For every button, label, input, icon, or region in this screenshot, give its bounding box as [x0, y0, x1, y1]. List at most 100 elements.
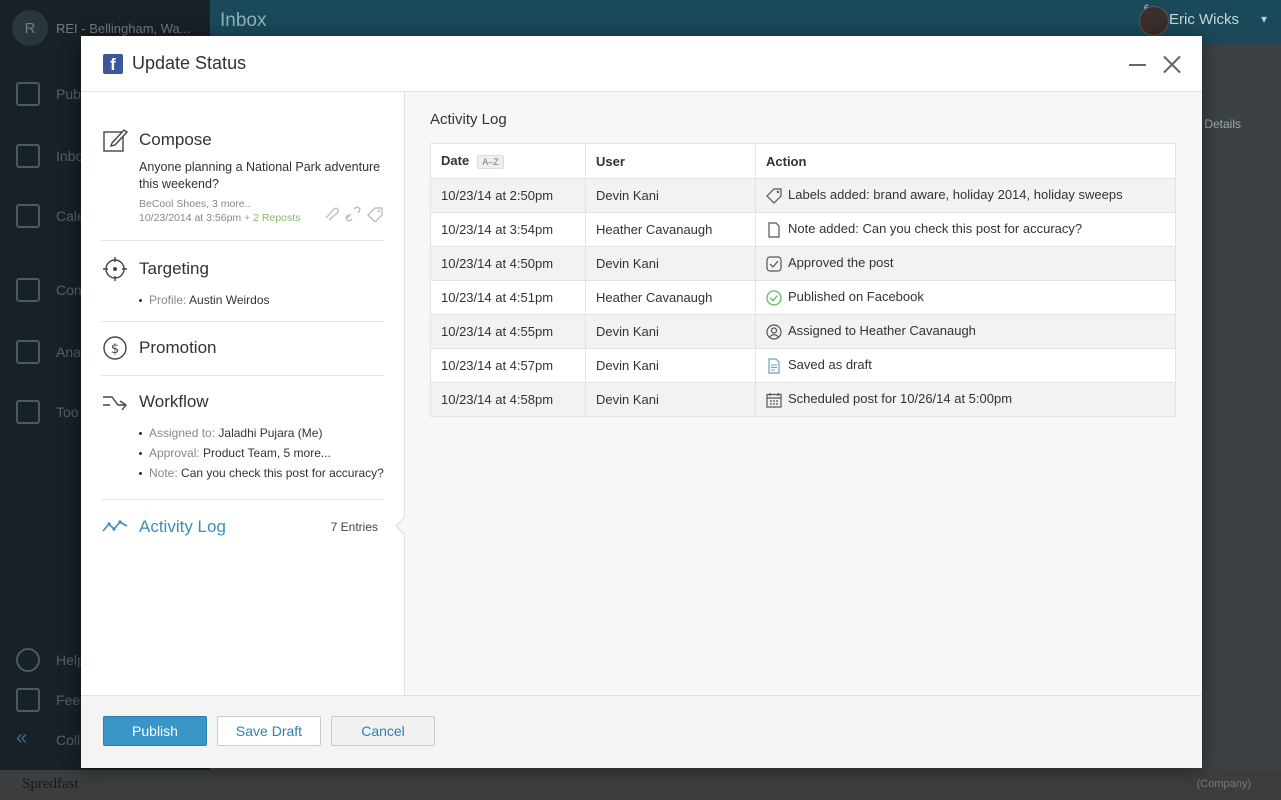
promotion-title: Promotion	[139, 338, 217, 357]
divider	[101, 375, 384, 376]
row-action: Note added: Can you check this post for …	[755, 212, 1176, 247]
row-action: Scheduled post for 10/26/14 at 5:00pm	[755, 382, 1176, 417]
row-action: Published on Facebook	[755, 280, 1176, 315]
pencil-icon	[101, 126, 129, 154]
publish-button[interactable]: Publish	[103, 716, 207, 746]
column-date[interactable]: Date A–Z	[430, 143, 586, 179]
column-action[interactable]: Action	[755, 143, 1176, 179]
brand-logo: R	[12, 10, 48, 46]
nav-calendar[interactable]: Cale	[16, 204, 85, 228]
update-status-modal: f Update Status Compose Anyone planning …	[81, 36, 1202, 768]
sort-icon[interactable]: A–Z	[477, 154, 504, 169]
row-date: 10/23/14 at 4:50pm	[430, 246, 586, 281]
activity-entries-count: 7 Entries	[330, 520, 378, 534]
chevron-down-icon[interactable]: ▾	[1261, 12, 1267, 26]
inbox-icon	[16, 144, 40, 168]
table-row: 10/23/14 at 4:50pm Devin Kani Approved t…	[430, 246, 1176, 281]
activity-log-nav-title: Activity Log	[139, 517, 226, 536]
table-row: 10/23/14 at 3:54pm Heather Cavanaugh Not…	[430, 212, 1176, 247]
save-draft-button[interactable]: Save Draft	[217, 716, 321, 746]
published-icon	[766, 290, 782, 306]
nav-tools[interactable]: Too	[16, 400, 79, 424]
tag-icon	[766, 188, 782, 204]
label-icon[interactable]	[366, 206, 384, 222]
row-action: Approved the post	[755, 246, 1176, 281]
row-user: Heather Cavanaugh	[585, 280, 756, 315]
details-tab[interactable]: Details	[1204, 117, 1241, 131]
user-icon	[766, 324, 782, 340]
row-user: Devin Kani	[585, 382, 756, 417]
workflow-note: Note: Can you check this post for accura…	[139, 463, 384, 483]
targeting-title: Targeting	[139, 259, 209, 278]
dollar-icon: $	[101, 334, 129, 362]
link-icon[interactable]	[344, 206, 362, 222]
facebook-icon: f	[103, 54, 123, 74]
promotion-section[interactable]: $ Promotion	[101, 333, 384, 363]
minimize-button[interactable]	[1129, 55, 1147, 73]
row-user: Heather Cavanaugh	[585, 212, 756, 247]
row-date: 10/23/14 at 4:57pm	[430, 348, 586, 383]
brand-name: REI - Bellingham, Wa...	[56, 20, 191, 36]
feedback-icon	[16, 688, 40, 712]
left-panel: Compose Anyone planning a National Park …	[81, 92, 405, 695]
workflow-section[interactable]: Workflow Assigned to: Jaladhi Pujara (Me…	[101, 387, 384, 483]
nav-content[interactable]: Con	[16, 278, 82, 302]
publish-icon	[16, 82, 40, 106]
compose-section[interactable]: Compose Anyone planning a National Park …	[101, 125, 384, 225]
cancel-button[interactable]: Cancel	[331, 716, 435, 746]
row-action: Assigned to Heather Cavanaugh	[755, 314, 1176, 349]
row-date: 10/23/14 at 4:55pm	[430, 314, 586, 349]
user-name[interactable]: Eric Wicks	[1169, 11, 1239, 28]
table-row: 10/23/14 at 4:55pm Devin Kani Assigned t…	[430, 314, 1176, 349]
row-date: 10/23/14 at 4:51pm	[430, 280, 586, 315]
compose-reposts[interactable]: + 2 Reposts	[244, 212, 300, 224]
compose-time: 10/23/2014 at 3:56pm	[139, 212, 242, 224]
compose-title: Compose	[139, 130, 212, 149]
nav-publish[interactable]: Pub	[16, 82, 81, 106]
approved-icon	[766, 256, 782, 272]
target-icon	[101, 255, 129, 283]
attachment-icon[interactable]	[322, 206, 340, 222]
divider	[101, 499, 384, 500]
draft-icon	[768, 358, 780, 374]
calendar-nav-icon	[16, 204, 40, 228]
close-button[interactable]	[1162, 54, 1182, 74]
avatar[interactable]	[1139, 6, 1169, 36]
activity-log-table: Date A–Z User Action 10/23/14 at 2:50pm D…	[430, 143, 1176, 417]
nav-help[interactable]: Help	[16, 648, 85, 672]
header-title: Inbox	[220, 10, 267, 31]
table-header: Date A–Z User Action	[430, 143, 1176, 179]
row-action: Saved as draft	[755, 348, 1176, 383]
row-user: Devin Kani	[585, 246, 756, 281]
targeting-profile: Profile: Austin Weirdos	[139, 290, 384, 310]
row-date: 10/23/14 at 3:54pm	[430, 212, 586, 247]
calendar-icon	[766, 392, 782, 408]
column-user[interactable]: User	[585, 143, 756, 179]
activity-log-title: Activity Log	[430, 111, 507, 128]
compose-text: Anyone planning a National Park adventur…	[139, 160, 381, 191]
row-date: 10/23/14 at 2:50pm	[430, 178, 586, 213]
nav-feedback[interactable]: Feed	[16, 688, 88, 712]
help-icon	[16, 648, 40, 672]
content-icon	[16, 278, 40, 302]
nav-inbox[interactable]: Inbo	[16, 144, 83, 168]
footer-company[interactable]: (Company)	[1197, 778, 1251, 790]
targeting-section[interactable]: Targeting Profile: Austin Weirdos	[101, 254, 384, 310]
app-footer: Spredfast (Company)	[0, 770, 1281, 800]
workflow-assigned: Assigned to: Jaladhi Pujara (Me)	[139, 423, 384, 443]
activity-log-nav[interactable]: Activity Log 7 Entries	[101, 512, 384, 542]
row-user: Devin Kani	[585, 178, 756, 213]
footer-brand: Spredfast	[22, 776, 79, 792]
table-row: 10/23/14 at 4:57pm Devin Kani Saved as d…	[430, 348, 1176, 383]
modal-footer: Publish Save Draft Cancel	[81, 695, 1202, 768]
row-user: Devin Kani	[585, 348, 756, 383]
workflow-title: Workflow	[139, 392, 209, 411]
activity-icon	[101, 513, 129, 541]
note-icon	[768, 222, 780, 238]
workflow-approval: Approval: Product Team, 5 more...	[139, 443, 384, 463]
compose-accounts: BeCool Shoes, 3 more..	[139, 198, 251, 210]
nav-analytics[interactable]: Ana	[16, 340, 81, 364]
row-date: 10/23/14 at 4:58pm	[430, 382, 586, 417]
modal-title: Update Status	[132, 53, 247, 73]
nav-collapse[interactable]: «Colla	[16, 728, 88, 752]
